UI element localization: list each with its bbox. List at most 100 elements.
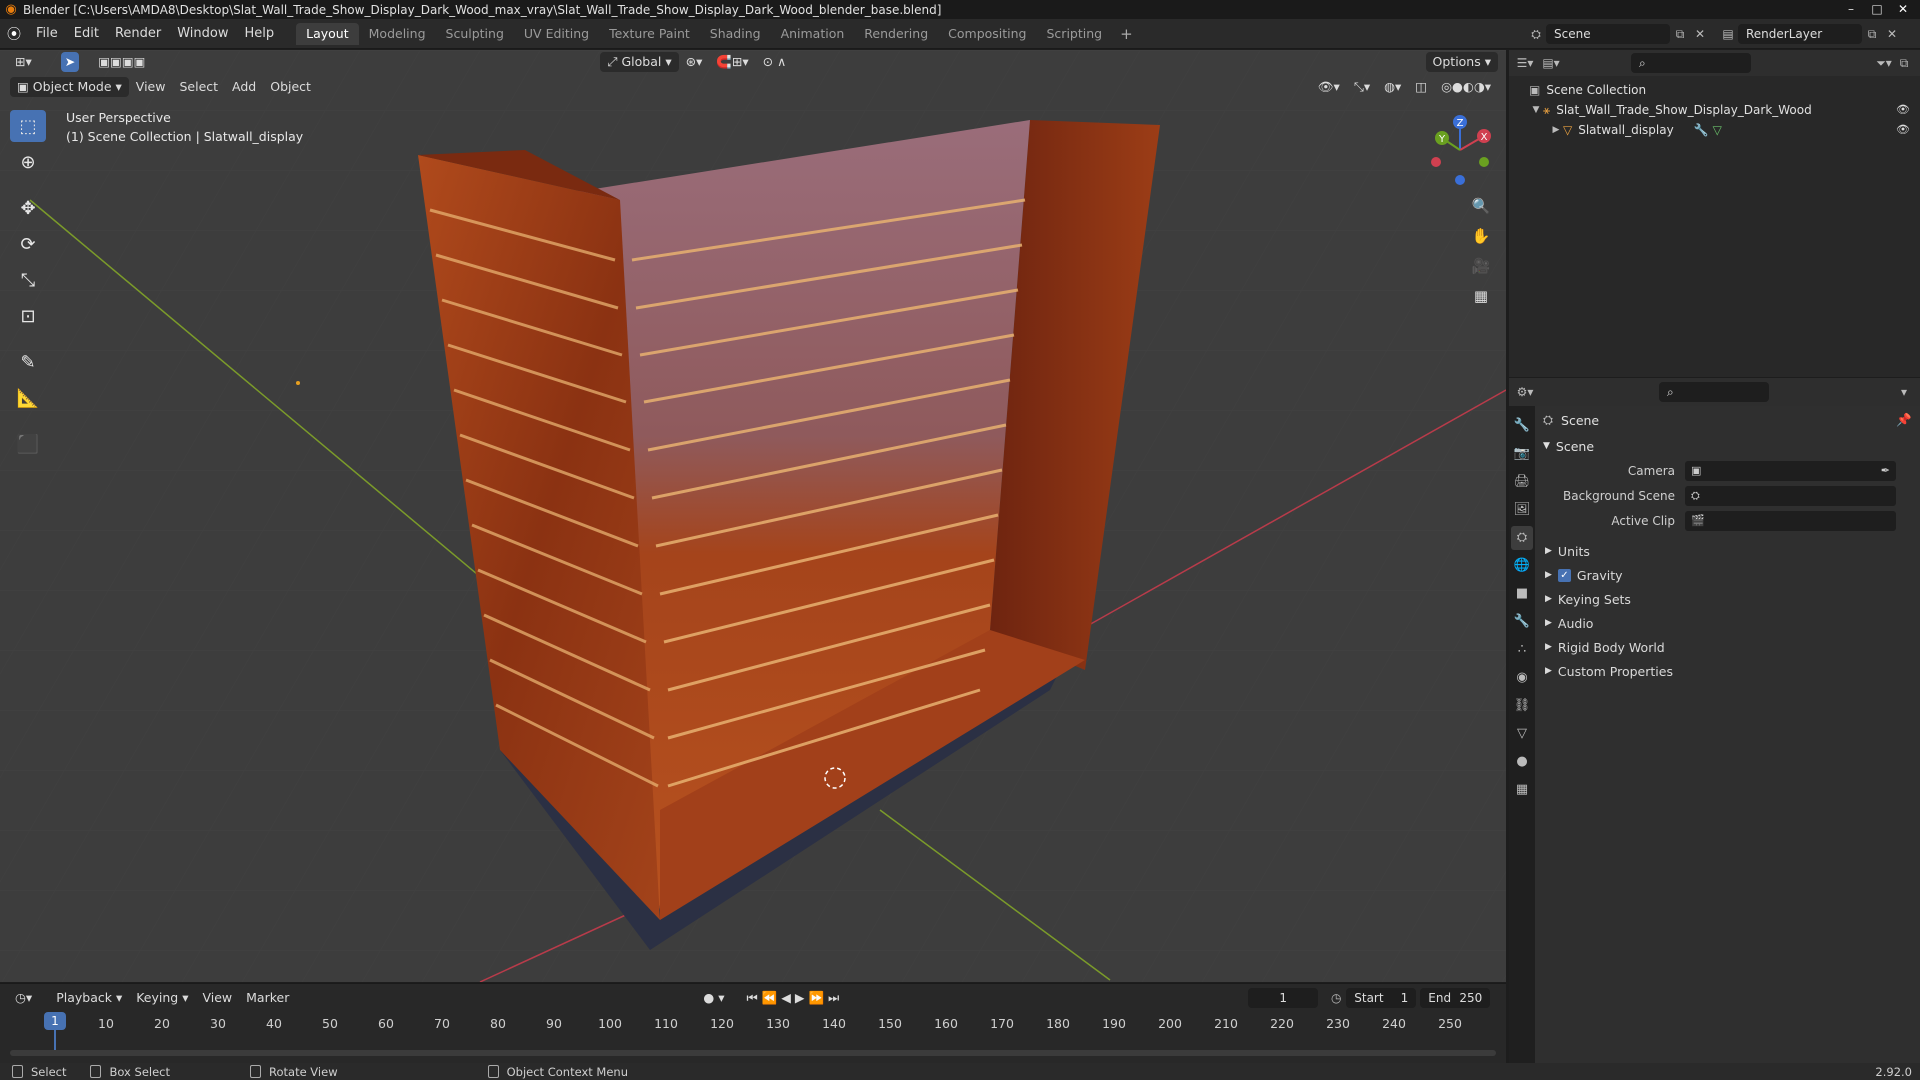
- outliner-search-input[interactable]: ⌕: [1631, 53, 1751, 73]
- measure-tool-icon[interactable]: 📐: [10, 382, 46, 414]
- new-collection-icon[interactable]: ⧉: [1894, 53, 1914, 73]
- editor-type-icon[interactable]: ⊞▾: [8, 52, 39, 72]
- select-mode-icons[interactable]: ▣▣▣▣: [91, 52, 152, 72]
- particles-tab-icon[interactable]: ∴: [1511, 638, 1533, 662]
- active-clip-field[interactable]: 🎬: [1685, 510, 1896, 531]
- menu-file[interactable]: File: [28, 19, 66, 49]
- texture-tab-icon[interactable]: ▦: [1511, 778, 1533, 802]
- preview-range-icon[interactable]: ◷: [1326, 988, 1346, 1008]
- ortho-grid-icon[interactable]: ▦: [1466, 284, 1496, 308]
- transform-orientation-dropdown[interactable]: ⤢ Global ▾: [600, 52, 679, 72]
- world-tab-icon[interactable]: 🌐: [1511, 554, 1533, 578]
- select-box-tool-icon[interactable]: ⬚: [10, 110, 46, 142]
- delete-scene-icon[interactable]: ✕: [1690, 24, 1710, 44]
- add-workspace-button[interactable]: +: [1112, 23, 1141, 45]
- snap-icon[interactable]: 🧲⊞▾: [709, 52, 755, 72]
- timeline-editor-type-icon[interactable]: ◷▾: [8, 988, 39, 1008]
- output-tab-icon[interactable]: 🖨: [1511, 470, 1533, 494]
- view-layer-tab-icon[interactable]: 🖼: [1511, 498, 1533, 522]
- cursor-tool-icon[interactable]: ⊕: [10, 146, 46, 178]
- start-frame-field[interactable]: Start 1: [1346, 988, 1417, 1008]
- gizmo-toggle-icon[interactable]: ⤡▾: [1347, 77, 1377, 97]
- tab-rendering[interactable]: Rendering: [854, 23, 938, 45]
- end-frame-field[interactable]: End 250: [1420, 988, 1491, 1008]
- properties-editor-type-icon[interactable]: ⚙▾: [1515, 382, 1535, 402]
- keying-sets-panel[interactable]: ▶ Keying Sets: [1535, 587, 1920, 611]
- camera-view-icon[interactable]: 🎥: [1466, 254, 1496, 278]
- current-frame-field[interactable]: 1: [1248, 988, 1319, 1008]
- visibility-eye-icon[interactable]: 👁: [1896, 120, 1910, 140]
- gravity-checkbox[interactable]: ✓: [1557, 568, 1571, 582]
- move-tool-icon[interactable]: ✥: [10, 192, 46, 224]
- rigid-body-world-panel[interactable]: ▶ Rigid Body World: [1535, 635, 1920, 659]
- filter-icon[interactable]: ⏷▾: [1874, 53, 1894, 73]
- outliner-row-object[interactable]: ▶ ▽ Slatwall_display 🔧 ▽ 👁: [1509, 120, 1920, 140]
- object-tab-icon[interactable]: ■: [1511, 582, 1533, 606]
- render-layer-icon[interactable]: ▤: [1718, 24, 1738, 44]
- delete-layer-icon[interactable]: ✕: [1882, 24, 1902, 44]
- scene-name-field[interactable]: Scene: [1546, 24, 1670, 44]
- timeline-ruler[interactable]: 10 20 30 40 50 60 70 80 90 100 110 120 1…: [0, 1012, 1506, 1036]
- modifier-tab-icon[interactable]: 🔧: [1511, 610, 1533, 634]
- timeline-scrollbar[interactable]: [10, 1050, 1496, 1056]
- audio-panel[interactable]: ▶ Audio: [1535, 611, 1920, 635]
- annotate-tool-icon[interactable]: ✎: [10, 346, 46, 378]
- data-tab-icon[interactable]: ▽: [1511, 722, 1533, 746]
- tab-shading[interactable]: Shading: [700, 23, 771, 45]
- constraints-tab-icon[interactable]: ⛓: [1511, 694, 1533, 718]
- tab-uv-editing[interactable]: UV Editing: [514, 23, 599, 45]
- tab-compositing[interactable]: Compositing: [938, 23, 1036, 45]
- expand-arrow-icon[interactable]: ▼: [1529, 100, 1543, 120]
- new-scene-icon[interactable]: ⧉: [1670, 24, 1690, 44]
- shading-modes-icon[interactable]: ◎●◐◑▾: [1434, 77, 1498, 97]
- navigation-gizmo[interactable]: Z X Y: [1422, 112, 1498, 188]
- minimize-button[interactable]: –: [1838, 0, 1864, 19]
- xray-icon[interactable]: ◫: [1408, 77, 1434, 97]
- menu-window[interactable]: Window: [169, 19, 236, 49]
- 3d-viewport[interactable]: ⊞▾ ➤ ▣▣▣▣ ⤢ Global ▾ ⊛▾ 🧲⊞▾ ⊙ ∧ Options …: [0, 50, 1506, 982]
- gravity-panel[interactable]: ▶ ✓ Gravity: [1535, 563, 1920, 587]
- outliner-editor-type-icon[interactable]: ☰▾: [1515, 53, 1535, 73]
- proportional-edit-icon[interactable]: ⊙ ∧: [756, 52, 794, 72]
- add-cube-tool-icon[interactable]: ⬛: [10, 428, 46, 460]
- scene-tab-icon[interactable]: ⛭: [1511, 526, 1533, 550]
- options-dropdown[interactable]: Options ▾: [1425, 52, 1498, 72]
- properties-options-icon[interactable]: ▾: [1894, 382, 1914, 402]
- menu-keying[interactable]: Keying ▾: [129, 988, 195, 1008]
- menu-add[interactable]: Add: [225, 77, 263, 97]
- menu-view[interactable]: View: [129, 77, 173, 97]
- visibility-icon[interactable]: 👁▾: [1311, 77, 1347, 97]
- select-tool-icon[interactable]: ➤: [60, 52, 80, 72]
- menu-render[interactable]: Render: [107, 19, 169, 49]
- overlay-toggle-icon[interactable]: ◍▾: [1377, 77, 1408, 97]
- eyedropper-icon[interactable]: ✒: [1881, 464, 1890, 477]
- pan-hand-icon[interactable]: ✋: [1466, 224, 1496, 248]
- render-layer-field[interactable]: RenderLayer: [1738, 24, 1862, 44]
- transform-tool-icon[interactable]: ⊡: [10, 300, 46, 332]
- scene-icon[interactable]: ⛭: [1526, 24, 1546, 44]
- playback-controls-icon[interactable]: ⏮ ⏪ ◀ ▶ ⏩ ⏭: [740, 988, 847, 1008]
- playhead-frame[interactable]: 1: [44, 1012, 66, 1030]
- scene-panel-header[interactable]: ▼ Scene: [1535, 434, 1920, 458]
- tab-animation[interactable]: Animation: [771, 23, 855, 45]
- zoom-icon[interactable]: 🔍: [1466, 194, 1496, 218]
- tool-tab-icon[interactable]: 🔧: [1511, 414, 1533, 438]
- menu-object[interactable]: Object: [263, 77, 318, 97]
- menu-edit[interactable]: Edit: [66, 19, 107, 49]
- properties-search-input[interactable]: ⌕: [1659, 382, 1769, 402]
- rotate-tool-icon[interactable]: ⟳: [10, 228, 46, 260]
- physics-tab-icon[interactable]: ◉: [1511, 666, 1533, 690]
- tab-scripting[interactable]: Scripting: [1037, 23, 1113, 45]
- background-scene-field[interactable]: ⛭: [1685, 485, 1896, 506]
- menu-marker[interactable]: Marker: [239, 988, 296, 1008]
- pin-icon[interactable]: 📌: [1896, 412, 1912, 428]
- tab-sculpting[interactable]: Sculpting: [436, 23, 514, 45]
- camera-field[interactable]: ▣ ✒: [1685, 460, 1896, 481]
- display-mode-icon[interactable]: ▤▾: [1541, 53, 1561, 73]
- pivot-icon[interactable]: ⊛▾: [679, 52, 710, 72]
- menu-select[interactable]: Select: [172, 77, 225, 97]
- tab-layout[interactable]: Layout: [296, 22, 359, 45]
- menu-timeline-view[interactable]: View: [195, 988, 239, 1008]
- material-tab-icon[interactable]: ●: [1511, 750, 1533, 774]
- close-button[interactable]: ✕: [1890, 0, 1916, 19]
